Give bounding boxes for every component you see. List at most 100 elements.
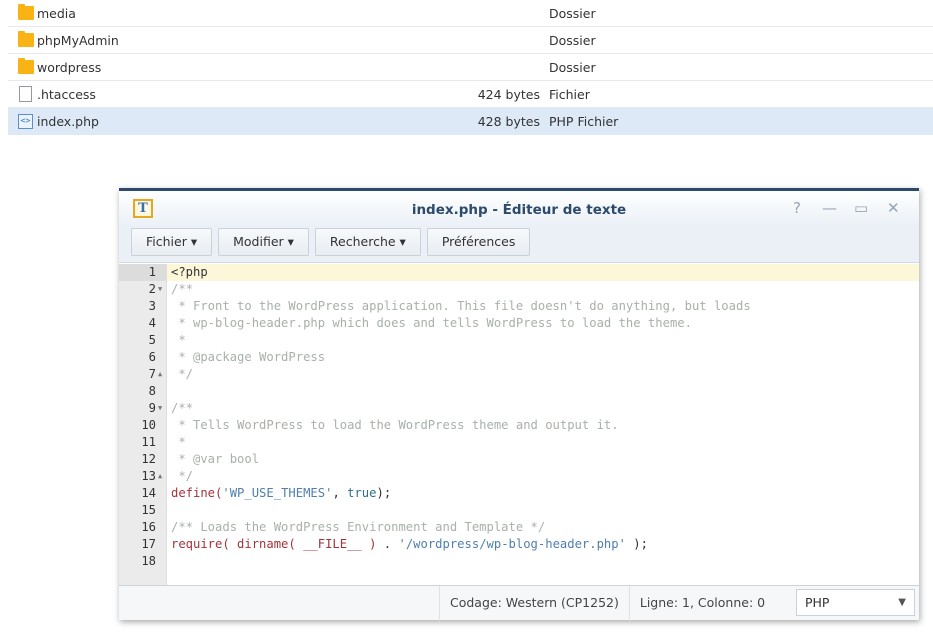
code-text: /** xyxy=(171,281,193,298)
code-line: 3 * Front to the WordPress application. … xyxy=(119,298,919,315)
file-row[interactable]: media Dossier xyxy=(8,0,933,27)
fold-toggle-icon[interactable]: ▲ xyxy=(158,366,162,383)
code-line: 5 * xyxy=(119,332,919,349)
code-line: 14 define('WP_USE_THEMES', true); xyxy=(119,485,919,502)
cursor-position: Ligne: 1, Colonne: 0 xyxy=(628,585,775,621)
minimize-icon[interactable]: — xyxy=(822,199,837,217)
file-size: 428 bytes xyxy=(477,113,540,129)
code-text: /** Loads the WordPress Environment and … xyxy=(171,519,545,536)
code-text: require( dirname( __FILE__ ) . '/wordpre… xyxy=(171,536,648,553)
code-token: * @var bool xyxy=(171,452,260,466)
code-text: * wp-blog-header.php which does and tell… xyxy=(171,315,692,332)
maximize-icon[interactable]: ▭ xyxy=(854,199,868,217)
code-line: 11 * xyxy=(119,434,919,451)
code-editor[interactable]: 1 <?php 2 ▼/** 3 * Front to the WordPress ap… xyxy=(119,264,919,587)
line-number: 1 xyxy=(119,264,167,281)
code-text: <?php xyxy=(171,264,208,281)
code-text: define('WP_USE_THEMES', true); xyxy=(171,485,391,502)
folder-icon xyxy=(18,58,34,74)
code-line: 2 ▼ /** xyxy=(119,281,919,298)
code-token: * Tells WordPress to load the WordPress … xyxy=(171,418,619,432)
code-token: * xyxy=(171,333,186,347)
file-type: Dossier xyxy=(549,32,596,48)
file-type: PHP Fichier xyxy=(549,113,619,129)
file-row[interactable]: wordpress Dossier xyxy=(8,54,933,81)
file-row[interactable]: .htaccess 424 bytes Fichier xyxy=(8,81,933,108)
code-line: 10 * Tells WordPress to load the WordPre… xyxy=(119,417,919,434)
encoding-status[interactable]: Codage: Western (CP1252) xyxy=(439,585,629,621)
code-text: */ xyxy=(171,366,193,383)
code-token: '/wordpress/wp-blog-header.php' xyxy=(398,537,626,551)
code-line: 1 <?php xyxy=(119,264,919,281)
code-line: 18 xyxy=(119,553,919,570)
line-number: 14 xyxy=(141,486,156,500)
code-token: /** Loads the WordPress Environment and … xyxy=(171,520,546,534)
line-number: 11 xyxy=(141,435,156,449)
code-token: ); xyxy=(376,486,392,500)
code-token: <?php xyxy=(171,265,208,279)
code-token: */ xyxy=(171,469,194,483)
code-text: * xyxy=(171,434,186,451)
code-token: * xyxy=(171,435,186,449)
file-menu-button[interactable]: Fichier ▾ xyxy=(131,228,213,256)
line-number: 5 xyxy=(148,333,156,347)
folder-icon xyxy=(18,31,34,47)
code-text: * @var bool xyxy=(171,451,259,468)
code-line: 15 xyxy=(119,502,919,519)
code-line: 8 xyxy=(119,383,919,400)
code-line: 16 /** Loads the WordPress Environment an… xyxy=(119,519,919,536)
chevron-down-icon: ▼ xyxy=(898,597,906,608)
code-line: 4 * wp-blog-header.php which does and te… xyxy=(119,315,919,332)
line-number: 18 xyxy=(141,554,156,568)
line-number: 10 xyxy=(141,418,156,432)
fold-toggle-icon[interactable]: ▲ xyxy=(158,468,162,485)
code-token: ); xyxy=(625,537,648,551)
code-token: /** xyxy=(171,401,194,415)
code-token: true xyxy=(347,486,377,500)
line-number: 7 xyxy=(148,367,156,381)
file-name: media xyxy=(37,5,76,21)
fold-toggle-icon[interactable]: ▼ xyxy=(158,281,162,298)
language-select[interactable]: PHP ▼ xyxy=(796,589,915,616)
code-line: 6 * @package WordPress xyxy=(119,349,919,366)
title-bar[interactable]: T index.php - Éditeur de texte ? — ▭ ✕ xyxy=(119,191,919,227)
code-token: 'WP_USE_THEMES' xyxy=(222,486,333,500)
help-icon[interactable]: ? xyxy=(793,199,801,217)
code-line: 17 require( dirname( __FILE__ ) . '/wordp… xyxy=(119,536,919,553)
code-token: * @package WordPress xyxy=(171,350,326,364)
file-row[interactable]: <> index.php 428 bytes PHP Fichier xyxy=(8,108,933,135)
folder-icon xyxy=(18,4,34,20)
code-line: 7 ▲ */ xyxy=(119,366,919,383)
fold-toggle-icon[interactable]: ▼ xyxy=(158,400,162,417)
file-name: phpMyAdmin xyxy=(37,32,119,48)
close-icon[interactable]: ✕ xyxy=(887,199,900,217)
line-number: 16 xyxy=(141,520,156,534)
preferences-button[interactable]: Préférences xyxy=(426,228,531,256)
file-row[interactable]: phpMyAdmin Dossier xyxy=(8,27,933,54)
file-type: Dossier xyxy=(549,5,596,21)
code-text: * Tells WordPress to load the WordPress … xyxy=(171,417,619,434)
code-text: * @package WordPress xyxy=(171,349,325,366)
search-menu-button[interactable]: Recherche ▾ xyxy=(314,228,421,256)
line-number: 8 xyxy=(148,384,156,398)
line-number: 4 xyxy=(148,316,156,330)
menu-toolbar: Fichier ▾ Modifier ▾ Recherche ▾ Préfére… xyxy=(119,227,919,263)
text-editor-window: T index.php - Éditeur de texte ? — ▭ ✕ F… xyxy=(119,188,919,621)
edit-menu-button[interactable]: Modifier ▾ xyxy=(218,228,309,256)
line-number: 2 xyxy=(148,282,156,296)
file-type: Fichier xyxy=(549,86,590,102)
code-text: */ xyxy=(171,468,193,485)
line-number: 3 xyxy=(148,299,156,313)
line-number: 6 xyxy=(148,350,156,364)
code-token: * Front to the WordPress application. Th… xyxy=(171,299,751,313)
code-text: * Front to the WordPress application. Th… xyxy=(171,298,751,315)
file-list: media Dossier phpMyAdmin Dossier wordpre… xyxy=(8,0,933,135)
code-token: require( dirname( __FILE__ ) xyxy=(171,537,384,551)
code-text: * xyxy=(171,332,186,349)
file-type: Dossier xyxy=(549,59,596,75)
code-token: , xyxy=(332,486,348,500)
file-name: wordpress xyxy=(37,59,102,75)
file-icon xyxy=(19,86,32,102)
code-line: 13 ▲ */ xyxy=(119,468,919,485)
file-name: index.php xyxy=(37,113,99,129)
